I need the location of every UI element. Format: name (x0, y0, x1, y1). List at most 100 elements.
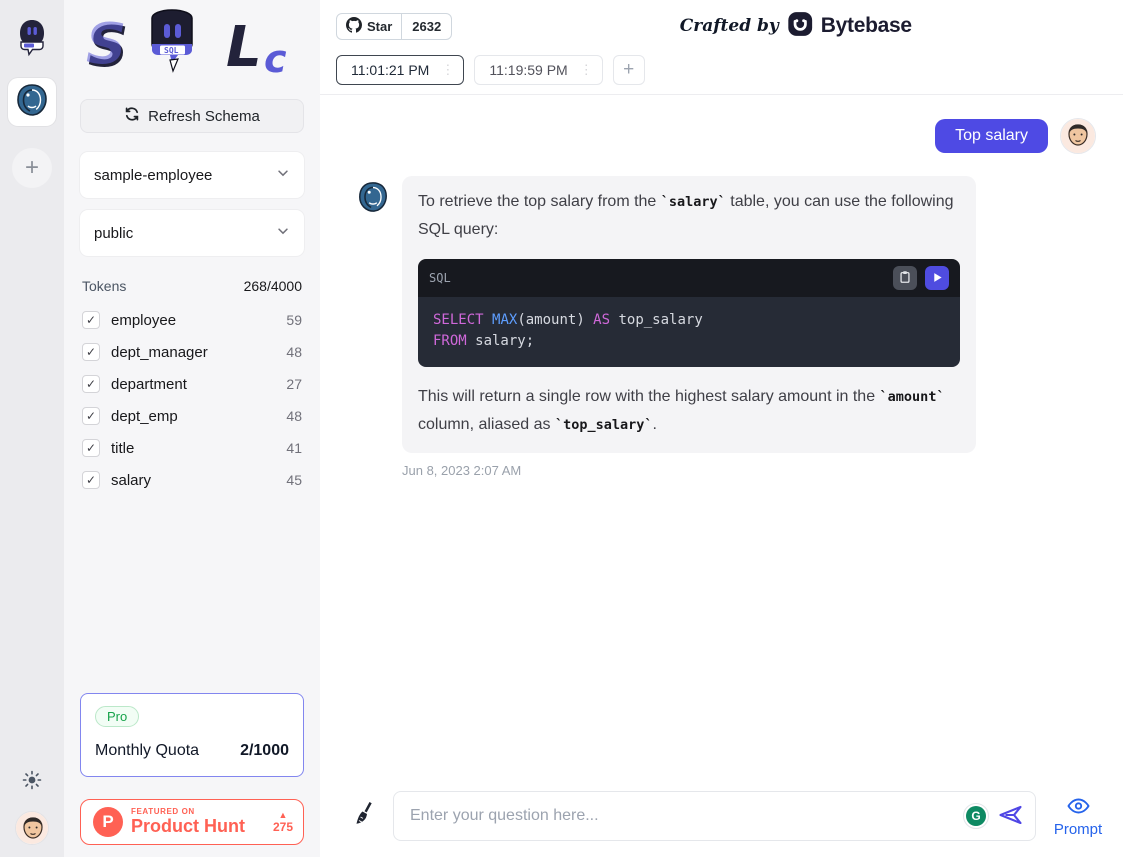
prompt-label: Prompt (1054, 821, 1102, 838)
postgres-elephant-icon (14, 82, 50, 123)
assistant-message-row: To retrieve the top salary from the `sal… (356, 176, 1096, 453)
svg-text:L: L (226, 15, 262, 80)
tab-conversation-active[interactable]: 11:01:21 PM ⋮ (336, 55, 464, 85)
schema-select-value: public (94, 225, 133, 242)
product-hunt-votes: ▲ 275 (273, 811, 293, 834)
workspace-rail: + (0, 0, 64, 857)
pro-badge: Pro (95, 706, 139, 727)
bytebase-logo (787, 11, 813, 42)
table-name: dept_emp (111, 408, 178, 425)
svg-text:SQL: SQL (164, 46, 179, 55)
sidebar: S S L c SQL (64, 0, 320, 857)
quota-value: 2/1000 (240, 742, 289, 760)
tokens-label: Tokens (82, 278, 126, 294)
assistant-paragraph: This will return a single row with the h… (418, 383, 960, 439)
table-list: employee 59 dept_manager 48 department 2… (80, 304, 304, 496)
connection-postgres-item[interactable] (8, 78, 56, 126)
prompt-button[interactable]: Prompt (1049, 795, 1107, 838)
eye-icon (1066, 795, 1091, 820)
chevron-down-icon (276, 224, 290, 242)
product-hunt-icon: P (93, 807, 123, 837)
quota-label: Monthly Quota (95, 742, 199, 760)
table-checkbox[interactable] (82, 311, 100, 329)
crafted-by[interactable]: Crafted by Bytebase (680, 10, 912, 42)
tokens-value: 268/4000 (244, 278, 302, 294)
table-token-count: 27 (286, 376, 302, 392)
conversation-tabs: 11:01:21 PM ⋮ 11:19:59 PM ⋮ + (336, 55, 1107, 94)
inline-code: `top_salary` (555, 417, 653, 433)
clear-conversation-button[interactable] (354, 800, 380, 833)
tab-conversation[interactable]: 11:19:59 PM ⋮ (474, 55, 602, 85)
table-name: dept_manager (111, 344, 208, 361)
table-token-count: 59 (286, 312, 302, 328)
tab-label: 11:01:21 PM (351, 62, 429, 78)
table-row: dept_manager 48 (80, 336, 304, 368)
question-input[interactable] (410, 807, 963, 825)
upvote-triangle-icon: ▲ (279, 811, 288, 820)
inline-code: `amount` (880, 389, 945, 405)
assistant-message-bubble: To retrieve the top salary from the `sal… (402, 176, 976, 453)
table-row: dept_emp 48 (80, 400, 304, 432)
table-name: department (111, 376, 187, 393)
add-connection-button[interactable]: + (12, 148, 52, 188)
message-timestamp: Jun 8, 2023 2:07 AM (402, 463, 1096, 478)
product-hunt-badge[interactable]: P FEATURED ON Product Hunt ▲ 275 (80, 799, 304, 845)
product-hunt-name: Product Hunt (131, 817, 245, 836)
code-block-header: SQL (418, 259, 960, 297)
product-hunt-vote-count: 275 (273, 820, 293, 834)
table-row: department 27 (80, 368, 304, 400)
code-line: SELECT MAX(amount) AS top_salary (433, 310, 945, 331)
user-avatar[interactable] (15, 811, 49, 845)
plus-icon: + (623, 59, 634, 81)
svg-text:S: S (86, 12, 126, 77)
sqlchat-bot-avatar[interactable] (8, 16, 56, 64)
table-checkbox[interactable] (82, 375, 100, 393)
user-message-row: Top salary (356, 118, 1096, 154)
database-select-value: sample-employee (94, 167, 212, 184)
code-language-label: SQL (429, 264, 451, 292)
inline-code: `salary` (661, 194, 726, 210)
main-panel: Star 2632 Crafted by Bytebase 11:01:21 P… (320, 0, 1123, 857)
crafted-by-label: Crafted by (680, 16, 779, 36)
table-checkbox[interactable] (82, 471, 100, 489)
star-count: 2632 (401, 14, 451, 39)
tokens-row: Tokens 268/4000 (80, 278, 304, 294)
plus-icon: + (25, 154, 39, 182)
postgres-elephant-icon (356, 180, 390, 214)
table-checkbox[interactable] (82, 407, 100, 425)
star-label: Star (367, 19, 392, 34)
table-row: employee 59 (80, 304, 304, 336)
copy-code-button[interactable] (893, 266, 917, 290)
rail-bottom (15, 770, 49, 857)
sqlchat-app: + (0, 0, 1123, 857)
table-checkbox[interactable] (82, 439, 100, 457)
kebab-menu-icon[interactable]: ⋮ (577, 62, 596, 78)
brand-name: Bytebase (821, 14, 912, 38)
run-query-button[interactable] (925, 266, 949, 290)
theme-toggle-sun-icon[interactable] (22, 770, 42, 795)
database-select[interactable]: sample-employee (80, 152, 304, 198)
sql-code-block: SQL (418, 259, 960, 367)
schema-select[interactable]: public (80, 210, 304, 256)
code-line: FROM salary; (433, 331, 945, 352)
tab-label: 11:19:59 PM (489, 62, 567, 78)
table-token-count: 45 (286, 472, 302, 488)
user-message-bubble: Top salary (935, 119, 1048, 153)
svg-text:c: c (264, 37, 287, 80)
refresh-schema-button[interactable]: Refresh Schema (80, 99, 304, 133)
table-name: title (111, 440, 134, 457)
sqlchat-bot-icon (12, 16, 52, 65)
table-name: salary (111, 472, 151, 489)
github-star-button[interactable]: Star 2632 (336, 13, 452, 40)
refresh-icon (124, 106, 140, 126)
send-button[interactable] (997, 803, 1025, 830)
new-conversation-button[interactable]: + (613, 55, 645, 85)
assistant-paragraph: To retrieve the top salary from the `sal… (418, 188, 960, 244)
grammarly-icon[interactable]: G (963, 803, 989, 829)
kebab-menu-icon[interactable]: ⋮ (438, 62, 457, 78)
broom-icon (354, 800, 380, 833)
table-token-count: 48 (286, 344, 302, 360)
table-checkbox[interactable] (82, 343, 100, 361)
table-row: salary 45 (80, 464, 304, 496)
send-icon (999, 805, 1023, 828)
